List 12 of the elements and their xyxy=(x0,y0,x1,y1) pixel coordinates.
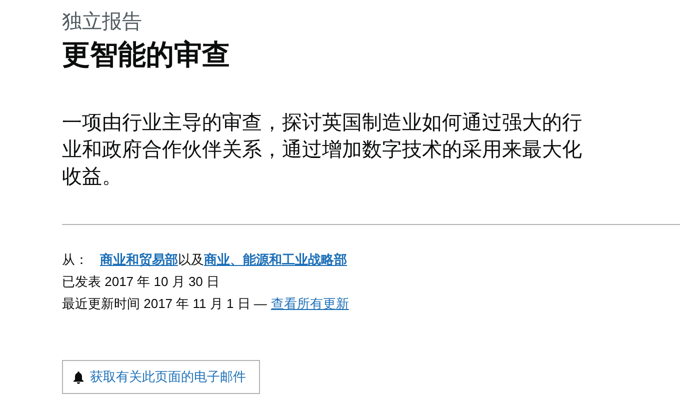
page-description: 一项由行业主导的审查，探讨英国制造业如何通过强大的行业和政府合作伙伴关系，通过增加数字技术的采用来最大化收益。 xyxy=(62,111,583,190)
published-date: 已发表 2017 年 10 月 30 日 xyxy=(62,273,220,291)
organisation-link[interactable]: 商业、能源和工业战略部 xyxy=(204,249,347,271)
updates-link[interactable]: 查看所有更新 xyxy=(270,293,349,315)
bell-icon xyxy=(73,370,84,384)
updated-date: 最近更新时间 2017 年 11 月 1 日 — xyxy=(62,295,267,313)
page-title: 更智能的审查 xyxy=(62,38,230,72)
email-button[interactable]: 获取有关此页面的电子邮件 xyxy=(62,360,260,394)
page-caption: 独立报告 xyxy=(62,10,142,34)
joiner-text: 以及 xyxy=(178,251,204,269)
organisation-link[interactable]: 商业和贸易部 xyxy=(100,249,178,271)
from-label: 从： xyxy=(62,251,88,269)
